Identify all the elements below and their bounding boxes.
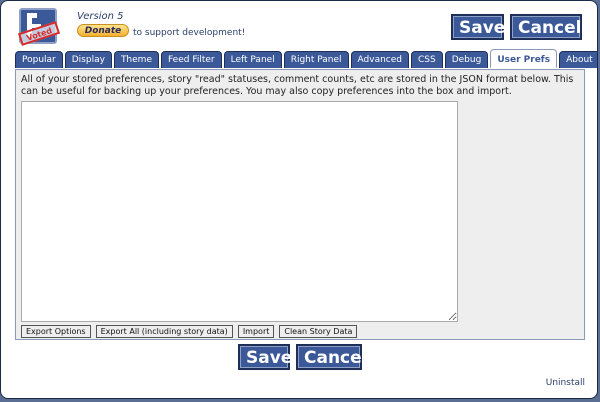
user-prefs-panel: All of your stored preferences, story "r…: [15, 69, 585, 340]
tab-feed-filter[interactable]: Feed Filter: [160, 51, 222, 68]
save-button-top[interactable]: Save: [451, 14, 505, 40]
tab-popular[interactable]: Popular: [15, 51, 63, 68]
tab-bar: Popular Display Theme Feed Filter Left P…: [15, 49, 597, 69]
uninstall-link[interactable]: Uninstall: [546, 378, 585, 388]
tab-debug[interactable]: Debug: [444, 51, 489, 68]
tab-left-panel[interactable]: Left Panel: [223, 51, 282, 68]
support-text: to support development!: [133, 28, 246, 38]
import-button[interactable]: Import: [237, 325, 275, 338]
panel-description: All of your stored preferences, story "r…: [21, 74, 574, 97]
export-options-button[interactable]: Export Options: [21, 325, 91, 338]
export-all-button[interactable]: Export All (including story data): [95, 325, 233, 338]
donate-button[interactable]: Donate: [77, 24, 129, 37]
cancel-button-bottom[interactable]: Cancel: [296, 344, 367, 370]
tab-about[interactable]: About: [559, 51, 597, 68]
cancel-button-top[interactable]: Cancel: [510, 14, 582, 40]
app-logo: Voted: [17, 8, 61, 46]
save-button-bottom[interactable]: Save: [238, 344, 292, 370]
panel-button-row: Export Options Export All (including sto…: [21, 325, 358, 338]
tab-display[interactable]: Display: [64, 51, 112, 68]
version-label: Version 5: [77, 11, 124, 22]
json-prefs-textarea[interactable]: [21, 101, 458, 322]
tab-advanced[interactable]: Advanced: [350, 51, 409, 68]
tab-theme[interactable]: Theme: [113, 51, 159, 68]
tab-user-prefs[interactable]: User Prefs: [490, 49, 558, 68]
tab-right-panel[interactable]: Right Panel: [283, 51, 349, 68]
settings-dialog: Voted Version 5 Donate to support develo…: [0, 0, 598, 399]
clean-story-data-button[interactable]: Clean Story Data: [279, 325, 358, 338]
tab-css[interactable]: CSS: [411, 51, 443, 68]
